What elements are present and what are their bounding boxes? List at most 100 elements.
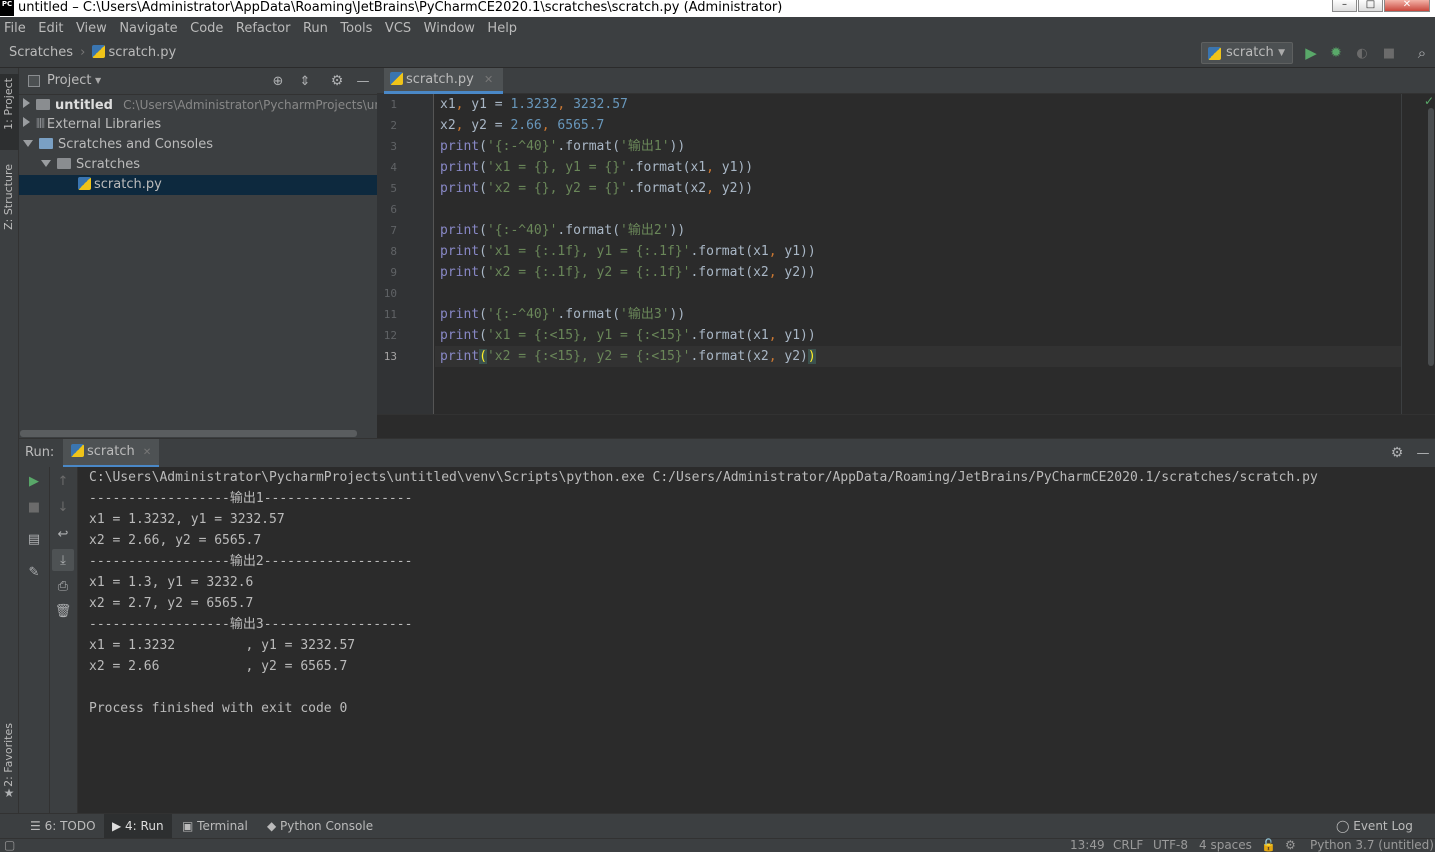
- stop-icon[interactable]: ■: [26, 499, 42, 515]
- tree-item-scratches[interactable]: Scratches: [19, 155, 377, 175]
- console-line: ------------------输出1-------------------: [89, 491, 413, 506]
- panel-toggle-icon[interactable]: ▢: [4, 838, 15, 852]
- folder-icon: [36, 99, 50, 110]
- close-tab-icon[interactable]: ✕: [143, 447, 151, 458]
- soft-wrap-icon[interactable]: ↩: [55, 526, 71, 542]
- code-line: print('{:-^40}'.format('输出2')): [440, 223, 686, 238]
- python-interpreter[interactable]: Python 3.7 (untitled): [1310, 838, 1434, 852]
- restore-layout-icon[interactable]: ▤: [26, 531, 42, 547]
- menu-help[interactable]: Help: [487, 21, 517, 36]
- horizontal-scrollbar[interactable]: [20, 430, 357, 437]
- todo-tool-tab[interactable]: ☰ 6: TODO: [30, 819, 96, 833]
- breadcrumb-scratches[interactable]: Scratches: [9, 45, 73, 60]
- gear-icon[interactable]: ⚙: [1389, 445, 1405, 461]
- print-icon[interactable]: ⎙: [55, 578, 71, 594]
- debug-icon[interactable]: ✹: [1328, 45, 1344, 61]
- editor-gutter: 1 2 3 4 5 6 7 8 9 10 11 12 13: [377, 94, 434, 414]
- run-tab-scratch[interactable]: scratch ✕: [63, 439, 160, 468]
- pin-icon[interactable]: ✎: [26, 564, 42, 580]
- hide-panel-icon[interactable]: —: [355, 73, 371, 89]
- menu-edit[interactable]: Edit: [38, 21, 63, 36]
- rerun-icon[interactable]: ▶: [26, 473, 42, 489]
- arrow-up-icon[interactable]: ↑: [55, 473, 71, 489]
- file-encoding[interactable]: UTF-8: [1153, 838, 1188, 852]
- arrow-down-icon[interactable]: ↓: [55, 499, 71, 515]
- search-icon[interactable]: ⌕: [1413, 44, 1431, 62]
- console-line: ------------------输出3-------------------: [89, 617, 413, 632]
- project-view-title[interactable]: Project: [47, 73, 91, 88]
- maximize-icon[interactable]: □: [1358, 0, 1383, 12]
- tree-item-external-libraries[interactable]: ⫴⫴ External Libraries: [19, 115, 377, 135]
- menu-tools[interactable]: Tools: [340, 21, 372, 36]
- run-icon[interactable]: ▶: [1303, 44, 1319, 62]
- chevron-down-icon[interactable]: [23, 140, 33, 147]
- structure-tool-tab[interactable]: Z: Structure: [2, 164, 15, 230]
- menu-navigate[interactable]: Navigate: [119, 21, 177, 36]
- run-configuration-select[interactable]: scratch ▼: [1201, 42, 1293, 64]
- event-log-icon: ◯: [1336, 819, 1354, 833]
- python-console-icon: ◆: [267, 819, 281, 833]
- chevron-down-icon[interactable]: ▼: [95, 76, 101, 85]
- minimize-icon[interactable]: –: [1332, 0, 1357, 12]
- caret-position[interactable]: 13:49: [1070, 838, 1105, 852]
- folder-icon: [57, 158, 71, 169]
- terminal-icon: ▣: [182, 819, 198, 833]
- lock-icon[interactable]: 🔓: [1261, 838, 1276, 852]
- python-console-tool-tab[interactable]: ◆ Python Console: [267, 819, 373, 833]
- menu-file[interactable]: File: [4, 21, 26, 36]
- project-view-icon: [28, 75, 40, 87]
- todo-tab-label: 6: TODO: [44, 819, 96, 833]
- scratches-folder-icon: [39, 138, 53, 149]
- terminal-tool-tab[interactable]: ▣ Terminal: [182, 819, 248, 833]
- run-tool-tab[interactable]: ▶ 4: Run: [104, 814, 172, 838]
- console-line: x1 = 1.3232 , y1 = 3232.57: [89, 638, 356, 653]
- line-number: 7: [390, 224, 397, 237]
- python-file-icon: [78, 177, 91, 190]
- code-editor[interactable]: x1, y1 = 1.3232, 3232.57 x2, y2 = 2.66, …: [435, 94, 1435, 414]
- event-log-tool-tab[interactable]: ◯ Event Log: [1336, 819, 1413, 833]
- run-toolbar: ▶ ■ ▤ ✎: [19, 467, 50, 813]
- project-tool-tab[interactable]: 1: Project: [2, 78, 15, 130]
- scroll-to-end-icon[interactable]: ⤓: [52, 549, 74, 571]
- menu-refactor[interactable]: Refactor: [236, 21, 291, 36]
- scroll-thumb[interactable]: [1428, 108, 1434, 366]
- locate-file-icon[interactable]: ⊕: [270, 73, 286, 89]
- coverage-icon[interactable]: ◐: [1354, 45, 1370, 61]
- menu-view[interactable]: View: [76, 21, 107, 36]
- menu-run[interactable]: Run: [303, 21, 328, 36]
- chevron-down-icon[interactable]: [41, 160, 51, 167]
- stop-icon[interactable]: ■: [1381, 45, 1397, 61]
- title-bar: PC untitled – C:\Users\Administrator\App…: [0, 0, 1435, 17]
- favorites-tool-tab[interactable]: 2: Favorites: [2, 723, 15, 787]
- tree-item-scratch-py[interactable]: scratch.py: [19, 175, 377, 195]
- editor-scrollbar[interactable]: ✓: [1401, 94, 1435, 414]
- menu-code[interactable]: Code: [190, 21, 223, 36]
- editor-tab-scratch-py[interactable]: scratch.py ✕: [384, 68, 504, 94]
- code-line: x2, y2 = 2.66, 6565.7: [440, 118, 605, 133]
- line-number: 6: [390, 203, 397, 216]
- line-number: 9: [390, 266, 397, 279]
- chevron-right-icon[interactable]: [23, 117, 30, 127]
- collapse-all-icon[interactable]: ⇕: [297, 73, 313, 89]
- line-number: 2: [390, 119, 397, 132]
- menu-vcs[interactable]: VCS: [385, 21, 411, 36]
- navigation-bar: Scratches › scratch.py scratch ▼ ▶ ✹ ◐ ■…: [0, 40, 1435, 68]
- breadcrumb-file[interactable]: scratch.py: [108, 45, 176, 60]
- close-window-icon[interactable]: ✕: [1384, 0, 1430, 12]
- console-line: C:\Users\Administrator\PycharmProjects\u…: [89, 470, 1318, 485]
- trash-icon[interactable]: 🗑: [55, 603, 72, 619]
- hide-panel-icon[interactable]: —: [1415, 445, 1431, 461]
- python-config-icon: [1208, 47, 1221, 60]
- close-tab-icon[interactable]: ✕: [484, 73, 493, 86]
- line-number: 10: [383, 287, 397, 300]
- chevron-right-icon[interactable]: [23, 98, 30, 108]
- menu-window[interactable]: Window: [424, 21, 475, 36]
- console-line: x1 = 1.3, y1 = 3232.6: [89, 575, 254, 590]
- tree-item-untitled[interactable]: untitled C:\Users\Administrator\PycharmP…: [19, 95, 377, 115]
- gear-icon[interactable]: ⚙: [329, 73, 345, 89]
- console-output[interactable]: C:\Users\Administrator\PycharmProjects\u…: [78, 467, 1435, 813]
- star-icon: ★: [3, 786, 15, 800]
- line-separator[interactable]: CRLF: [1113, 838, 1143, 852]
- tree-item-scratches-and-consoles[interactable]: Scratches and Consoles: [19, 135, 377, 155]
- indent-setting[interactable]: 4 spaces: [1199, 838, 1252, 852]
